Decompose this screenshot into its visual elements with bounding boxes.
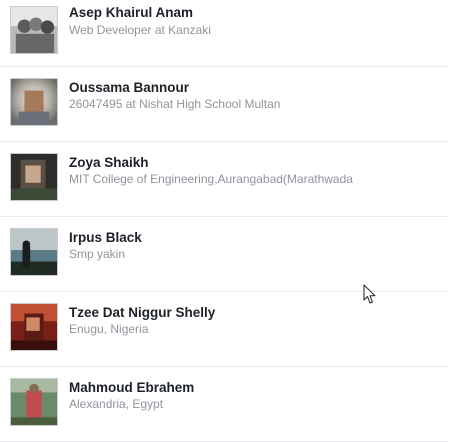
person-subtitle: Enugu, Nigeria <box>69 322 149 336</box>
person-subtitle: Smp yakin <box>69 247 126 261</box>
person-name[interactable]: Oussama Bannour <box>69 80 189 95</box>
avatar[interactable] <box>10 228 58 276</box>
avatar[interactable] <box>10 378 58 426</box>
avatar[interactable] <box>10 6 58 54</box>
person-subtitle: Alexandria, Egypt <box>69 397 164 411</box>
avatar[interactable] <box>10 78 58 126</box>
person-subtitle: Web Developer at Kanzaki <box>69 23 211 37</box>
person-name[interactable]: Mahmoud Ebrahem <box>69 380 194 395</box>
avatar[interactable] <box>10 303 58 351</box>
person-name[interactable]: Zoya Shaikh <box>69 155 149 170</box>
mouse-pointer-icon <box>363 284 376 304</box>
person-subtitle: MIT College of Engineering,Aurangabad(Ma… <box>69 172 353 186</box>
avatar[interactable] <box>10 153 58 201</box>
person-subtitle: 26047495 at Nishat High School Multan <box>69 97 281 111</box>
person-name[interactable]: Asep Khairul Anam <box>69 5 193 20</box>
list-item[interactable]: Oussama Bannour 26047495 at Nishat High … <box>0 66 448 142</box>
person-name[interactable]: Irpus Black <box>69 230 142 245</box>
list-item[interactable]: Tzee Dat Niggur Shelly Enugu, Nigeria <box>0 291 448 367</box>
person-name[interactable]: Tzee Dat Niggur Shelly <box>69 305 215 320</box>
list-item[interactable]: Zoya Shaikh MIT College of Engineering,A… <box>0 141 448 217</box>
list-item[interactable]: Irpus Black Smp yakin <box>0 216 448 292</box>
list-item[interactable]: Asep Khairul Anam Web Developer at Kanza… <box>0 0 448 67</box>
list-item[interactable]: Mahmoud Ebrahem Alexandria, Egypt <box>0 366 448 442</box>
